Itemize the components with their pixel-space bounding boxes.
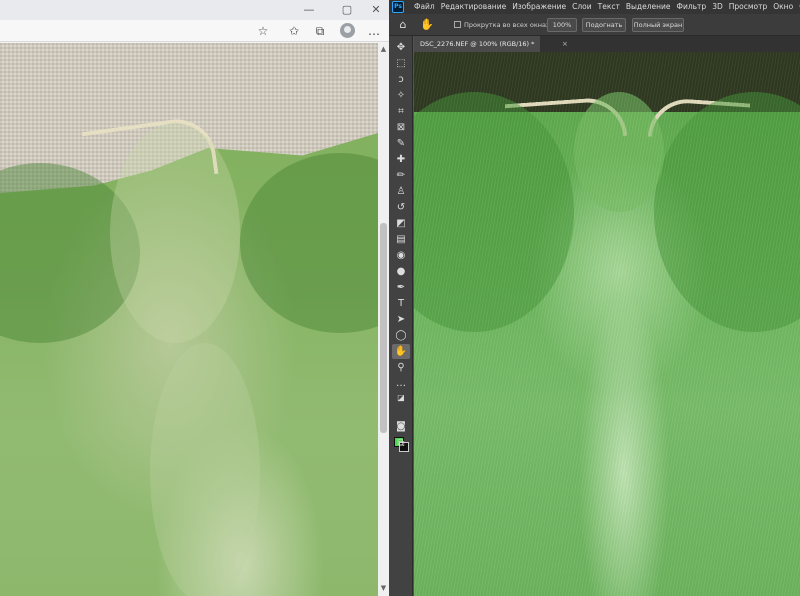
blur-tool-icon[interactable]: ◉ xyxy=(392,248,410,263)
close-icon[interactable]: ✕ xyxy=(367,2,385,18)
healing-tool-icon[interactable]: ✚ xyxy=(392,152,410,167)
scroll-up-icon[interactable]: ▲ xyxy=(379,45,388,54)
menu-item-7[interactable]: 3D xyxy=(709,0,726,14)
menu-item-3[interactable]: Слои xyxy=(569,0,595,14)
ps-canvas-moth-photo[interactable] xyxy=(414,52,800,596)
menu-item-8[interactable]: Просмотр xyxy=(726,0,771,14)
photoshop-logo: Ps xyxy=(392,1,404,13)
minimize-icon[interactable]: — xyxy=(300,2,318,18)
menu-item-9[interactable]: Окно xyxy=(770,0,796,14)
path-selection-tool-icon[interactable]: ➤ xyxy=(392,312,410,327)
moth-thorax xyxy=(110,123,240,343)
moth-wing-right xyxy=(240,153,378,333)
ps-document-tabbar: DSC_2276.NEF @ 100% (RGB/16) * × xyxy=(414,36,800,52)
ps-menu: Файл Редактирование Изображение Слои Текст Вы… xyxy=(411,0,800,14)
browser-window: — ▢ ✕ ☆ ✩ ⧉ … ▲ ▼ xyxy=(0,0,389,596)
maximize-icon[interactable]: ▢ xyxy=(338,2,356,18)
menu-item-4[interactable]: Текст xyxy=(595,0,623,14)
browser-toolbar: ☆ ✩ ⧉ … xyxy=(0,20,389,42)
screen-mode-icon[interactable]: ⧉ xyxy=(392,436,410,451)
stamp-tool-icon[interactable]: ♙ xyxy=(392,184,410,199)
brush-tool-icon[interactable]: ✏ xyxy=(392,168,410,183)
lasso-tool-icon[interactable]: ↄ xyxy=(392,72,410,87)
move-tool-icon[interactable]: ✥ xyxy=(392,40,410,55)
ps-options-bar: ⌂ ✋ Прокрутка во всех окнах 100% Подогна… xyxy=(389,14,800,36)
magic-wand-tool-icon[interactable]: ✧ xyxy=(392,88,410,103)
menu-item-6[interactable]: Фильтр xyxy=(674,0,710,14)
photoshop-window: Ps Файл Редактирование Изображение Слои Текс… xyxy=(389,0,800,596)
gradient-tool-icon[interactable]: ▤ xyxy=(392,232,410,247)
menu-item-1[interactable]: Редактирование xyxy=(438,0,509,14)
menu-item-2[interactable]: Изображение xyxy=(509,0,569,14)
zoom-100-button[interactable]: 100% xyxy=(547,18,577,32)
zoom-tool-icon[interactable]: ⚲ xyxy=(392,360,410,375)
default-colors-icon[interactable]: ◪ xyxy=(392,390,410,405)
dodge-tool-icon[interactable]: ● xyxy=(392,264,410,279)
marquee-tool-icon[interactable]: ⬚ xyxy=(392,56,410,71)
eraser-tool-icon[interactable]: ◩ xyxy=(392,216,410,231)
moth-fur-texture xyxy=(414,52,800,596)
read-aloud-icon[interactable]: ☆ xyxy=(255,23,271,39)
more-icon[interactable]: … xyxy=(366,23,382,39)
moth-photo-left xyxy=(0,43,378,596)
frame-tool-icon[interactable]: ⊠ xyxy=(392,120,410,135)
vertical-scrollbar[interactable]: ▲ ▼ xyxy=(378,43,389,596)
menu-item-10[interactable]: Справка xyxy=(796,0,800,14)
scroll-thumb[interactable] xyxy=(380,223,387,433)
pen-tool-icon[interactable]: ✒ xyxy=(392,280,410,295)
desktop: — ▢ ✕ ☆ ✩ ⧉ … ▲ ▼ Ps Файл Редактирование… xyxy=(0,0,800,596)
scroll-down-icon[interactable]: ▼ xyxy=(379,584,388,593)
fill-screen-button[interactable]: Полный экран xyxy=(632,18,684,32)
quick-mask-icon[interactable]: ◙ xyxy=(392,419,410,434)
ps-toolbar: ◪ ◙ ⧉ ✥ ⬚ ↄ ✧ ⌗ ⊠ ✎ ✚ ✏ ♙ ↺ ◩ ▤ ◉ ● ✒ T ➤ ◯ ✋ ⚲… xyxy=(389,36,413,596)
fit-screen-button[interactable]: Подогнать xyxy=(582,18,626,32)
moth-abdomen xyxy=(150,343,260,596)
hand-tool-preset-icon[interactable]: ✋ xyxy=(419,17,435,33)
scroll-all-windows-label: Прокрутка во всех окнах xyxy=(464,21,550,29)
profile-icon[interactable] xyxy=(340,23,355,38)
history-brush-tool-icon[interactable]: ↺ xyxy=(392,200,410,215)
collections-icon[interactable]: ⧉ xyxy=(312,23,328,39)
ps-menubar: Ps Файл Редактирование Изображение Слои Текс… xyxy=(389,0,800,14)
home-icon[interactable]: ⌂ xyxy=(395,17,411,33)
document-close-icon[interactable]: × xyxy=(562,36,568,52)
crop-tool-icon[interactable]: ⌗ xyxy=(392,104,410,119)
hand-tool-icon[interactable]: ✋ xyxy=(392,344,410,359)
shape-tool-icon[interactable]: ◯ xyxy=(392,328,410,343)
menu-item-0[interactable]: Файл xyxy=(411,0,438,14)
more-tools-icon[interactable]: … xyxy=(392,376,410,391)
browser-titlebar: — ▢ ✕ xyxy=(0,0,389,20)
menu-item-5[interactable]: Выделение xyxy=(623,0,674,14)
eyedropper-tool-icon[interactable]: ✎ xyxy=(392,136,410,151)
favorites-icon[interactable]: ✩ xyxy=(286,23,302,39)
document-tab[interactable]: DSC_2276.NEF @ 100% (RGB/16) * xyxy=(414,36,541,52)
scroll-all-windows-checkbox[interactable] xyxy=(454,21,461,28)
type-tool-icon[interactable]: T xyxy=(392,296,410,311)
